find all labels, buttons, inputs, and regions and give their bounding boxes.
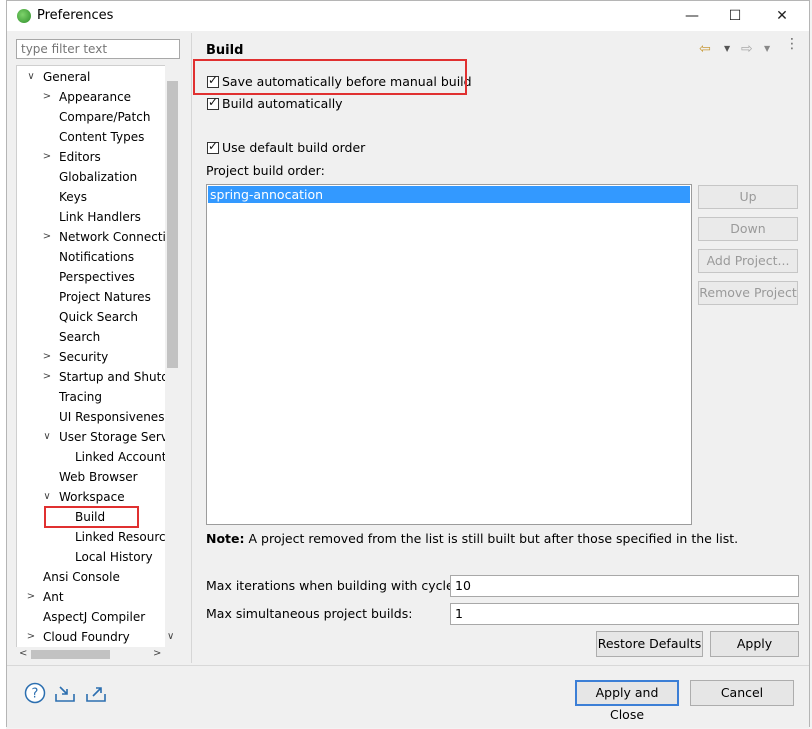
apply-and-close-button[interactable]: Apply and Close: [575, 680, 679, 722]
tree-toggle-icon[interactable]: >: [41, 231, 53, 242]
restore-defaults-button[interactable]: Restore Defaults: [596, 631, 703, 657]
tree-item[interactable]: UI Responsiveness: [59, 407, 171, 427]
tree-horizontal-scroll-thumb[interactable]: [31, 650, 110, 659]
tree-item[interactable]: Content Types: [59, 127, 144, 147]
import-icon[interactable]: [54, 682, 76, 704]
max-iterations-field[interactable]: 10: [450, 575, 799, 597]
tree-item[interactable]: Security: [59, 347, 108, 367]
build-automatically-checkbox[interactable]: [207, 95, 219, 110]
max-simultaneous-field[interactable]: 1: [450, 603, 799, 625]
tree-item[interactable]: Ant: [43, 587, 64, 607]
remove-project-button[interactable]: Remove Project: [698, 281, 798, 305]
tree-item[interactable]: Keys: [59, 187, 87, 207]
tree-item[interactable]: Appearance: [59, 87, 131, 107]
tree-item[interactable]: General: [43, 67, 90, 87]
help-icon[interactable]: ?: [24, 682, 46, 704]
scroll-left-arrow-icon[interactable]: <: [19, 648, 27, 659]
dialog-footer: [7, 665, 809, 728]
tree-item[interactable]: Ansi Console: [43, 567, 120, 587]
eclipse-app-icon: [17, 9, 31, 23]
tree-item[interactable]: Project Natures: [59, 287, 151, 307]
tree-toggle-icon[interactable]: >: [41, 151, 53, 162]
tree-item[interactable]: Local History: [75, 547, 153, 567]
maximize-button[interactable]: ☐: [720, 5, 750, 27]
tree-item[interactable]: Quick Search: [59, 307, 138, 327]
max-simultaneous-label: Max simultaneous project builds:: [206, 606, 413, 621]
note-bold: Note:: [206, 531, 245, 546]
preference-tree: ∨ General > Appearance Compare/Patch Content …: [16, 65, 180, 662]
tree-toggle-icon[interactable]: >: [41, 351, 53, 362]
tree-vertical-scroll-thumb[interactable]: [167, 81, 178, 368]
use-default-order-checkbox[interactable]: [207, 139, 219, 154]
tree-item[interactable]: Linked Resource: [75, 527, 173, 547]
build-tree-highlight: [44, 506, 139, 528]
build-automatically-label: Build automatically: [222, 96, 343, 111]
tree-item[interactable]: Workspace: [59, 487, 125, 507]
preferences-dialog: Preferences — ☐ ✕ ∨ General > AppearanceCom…: [6, 0, 810, 728]
down-button[interactable]: Down: [698, 217, 798, 241]
page-title: Build: [206, 43, 244, 58]
tree-item[interactable]: Web Browser: [59, 467, 138, 487]
tree-item[interactable]: Perspectives: [59, 267, 135, 287]
up-button[interactable]: Up: [698, 185, 798, 209]
back-arrow-icon[interactable]: ⇦: [699, 41, 711, 57]
tree-toggle-icon[interactable]: ∨: [25, 71, 37, 82]
cancel-button[interactable]: Cancel: [690, 680, 794, 706]
tree-item[interactable]: AspectJ Compiler: [43, 607, 145, 627]
panel-divider: [191, 33, 192, 663]
tree-toggle-icon[interactable]: ∨: [41, 491, 53, 502]
tree-toggle-icon[interactable]: >: [25, 631, 37, 642]
scroll-down-arrow-icon[interactable]: ∨: [167, 631, 174, 642]
tree-toggle-icon[interactable]: >: [41, 91, 53, 102]
save-automatically-highlight: [193, 59, 467, 95]
use-default-order-label: Use default build order: [222, 140, 366, 155]
tree-item[interactable]: Notifications: [59, 247, 134, 267]
tree-item[interactable]: Linked Accounts: [75, 447, 173, 467]
scroll-right-arrow-icon[interactable]: >: [153, 648, 161, 659]
tree-item[interactable]: Editors: [59, 147, 101, 167]
tree-toggle-icon[interactable]: >: [25, 591, 37, 602]
tree-item[interactable]: Cloud Foundry: [43, 627, 130, 647]
tree-item[interactable]: Tracing: [59, 387, 102, 407]
filter-input[interactable]: [16, 39, 180, 59]
tree-item[interactable]: Globalization: [59, 167, 137, 187]
add-project-button[interactable]: Add Project...: [698, 249, 798, 273]
tree-item[interactable]: Search: [59, 327, 100, 347]
forward-dropdown-icon[interactable]: ▼: [764, 44, 770, 53]
svg-text:?: ?: [32, 687, 39, 702]
apply-button[interactable]: Apply: [710, 631, 799, 657]
project-order-label: Project build order:: [206, 163, 325, 178]
tree-item[interactable]: User Storage Servic: [59, 427, 178, 447]
export-icon[interactable]: [85, 682, 107, 704]
view-menu-icon[interactable]: ⋮: [785, 37, 799, 51]
minimize-button[interactable]: —: [677, 5, 707, 27]
tree-item[interactable]: Network Connectio: [59, 227, 173, 247]
max-iterations-label: Max iterations when building with cycles…: [206, 578, 465, 593]
note-text: Note: A project removed from the list is…: [206, 531, 738, 546]
project-order-item[interactable]: spring-annocation: [208, 186, 690, 203]
tree-item[interactable]: Link Handlers: [59, 207, 141, 227]
project-order-list[interactable]: [206, 184, 692, 525]
tree-item[interactable]: Startup and Shutdo: [59, 367, 176, 387]
title-bar: Preferences — ☐ ✕: [7, 1, 809, 31]
tree-toggle-icon[interactable]: >: [41, 371, 53, 382]
window-title: Preferences: [37, 8, 114, 23]
note-body: A project removed from the list is still…: [244, 531, 739, 546]
tree-item[interactable]: Compare/Patch: [59, 107, 150, 127]
close-button[interactable]: ✕: [767, 5, 797, 27]
tree-toggle-icon[interactable]: ∨: [41, 431, 53, 442]
forward-arrow-icon[interactable]: ⇨: [741, 41, 753, 57]
back-dropdown-icon[interactable]: ▼: [724, 44, 730, 53]
